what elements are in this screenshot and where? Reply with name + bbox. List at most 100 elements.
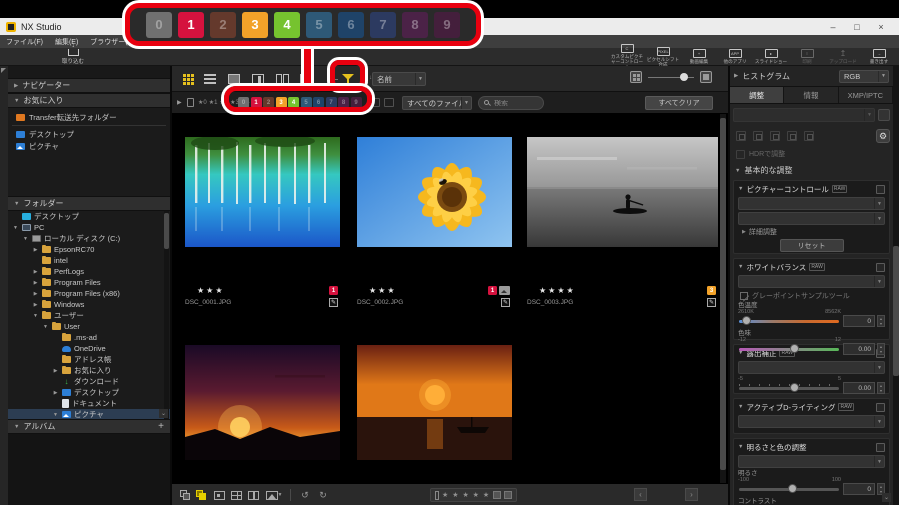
- hdr-checkbox[interactable]: [736, 150, 745, 159]
- thumbnail-image[interactable]: [527, 137, 718, 247]
- folder-tree-item[interactable]: ▼User: [8, 321, 170, 332]
- reset-button[interactable]: リセット: [780, 239, 844, 252]
- filmstrip-mode-button[interactable]: [194, 489, 208, 501]
- browser-scrollbar[interactable]: [720, 114, 726, 483]
- histogram-header[interactable]: ▶ ヒストグラム RGB ▼: [730, 66, 893, 86]
- folder-tree-item[interactable]: ▶EpsonRC70: [8, 244, 170, 255]
- file-format-filter-select[interactable]: すべてのファイル形式 ▼: [402, 96, 472, 110]
- apply-checkbox[interactable]: [876, 443, 885, 452]
- stepper-icon[interactable]: ▲▼: [877, 343, 885, 355]
- gray-point-tool[interactable]: グレーポイントサンプルツール: [738, 290, 885, 301]
- brightness-slider[interactable]: 0 ▲▼: [738, 483, 885, 497]
- panel-scrollbar[interactable]: [893, 66, 899, 505]
- exposure-slider[interactable]: 0.00 ▲▼: [738, 382, 885, 396]
- multi-thumbnail-mode-button[interactable]: [178, 489, 192, 501]
- exposure-select[interactable]: ▼: [738, 361, 885, 374]
- navigator-header[interactable]: ▶ ナビゲーター: [8, 78, 170, 93]
- clear-all-filters-button[interactable]: すべてクリア: [645, 96, 713, 110]
- tint-slider[interactable]: 0.00 ▲▼: [738, 343, 885, 357]
- temperature-slider[interactable]: 0 ▲▼: [738, 315, 885, 329]
- gear-icon[interactable]: ⚙: [876, 129, 890, 143]
- tree-scroll-down-icon[interactable]: ⌄: [159, 409, 168, 418]
- thumbnail-grid-view-button[interactable]: [180, 71, 196, 87]
- thumbnail-size-small-icon[interactable]: [630, 71, 642, 83]
- folder-tree-item[interactable]: ▼ローカル ディスク (C:): [8, 233, 170, 244]
- stepper-icon[interactable]: ▲▼: [877, 382, 885, 394]
- export-button[interactable]: → 書き出す: [861, 49, 897, 64]
- image-view-button[interactable]: [226, 71, 242, 87]
- tab-adjustments[interactable]: 調整: [730, 87, 784, 103]
- pixel-shift-merge-button[interactable]: PIXEL ピクセルシフト合成: [645, 47, 681, 68]
- folder-tree-item[interactable]: ▼ユーザー: [8, 310, 170, 321]
- rating-stars-control[interactable]: ★ ★ ★ ★ ★: [442, 491, 490, 499]
- close-button[interactable]: ×: [869, 22, 893, 32]
- section-header[interactable]: ▼ 明るさと色の調整: [738, 441, 885, 453]
- folder-tree-item[interactable]: デスクトップ: [8, 211, 170, 222]
- thumbnail-size-slider[interactable]: [648, 71, 694, 83]
- rating-stars[interactable]: ★★★★: [527, 286, 718, 295]
- histogram-channel-select[interactable]: RGB ▼: [839, 70, 889, 83]
- folder-tree-item[interactable]: .ms-ad: [8, 332, 170, 343]
- basic-adjustments-header[interactable]: ▼ 基本的な調整: [733, 164, 890, 177]
- sort-select[interactable]: 名前 ▼: [372, 72, 426, 86]
- thumbnail-image[interactable]: [185, 137, 340, 247]
- pin-icon[interactable]: [435, 491, 439, 500]
- thumbnail-image[interactable]: [357, 345, 512, 460]
- white-balance-select[interactable]: ▼: [738, 275, 885, 288]
- thumbnail-image[interactable]: [185, 345, 340, 460]
- apply-checkbox[interactable]: [876, 185, 885, 194]
- split-preview-button[interactable]: [246, 489, 260, 501]
- tree-scrollbar[interactable]: [164, 211, 169, 419]
- revert-icon[interactable]: [804, 131, 814, 141]
- import-button[interactable]: 取り込む: [52, 48, 94, 66]
- folder-tree-item[interactable]: アドレス帳: [8, 354, 170, 365]
- menu-file[interactable]: ファイル(F): [6, 37, 43, 47]
- star-filter-0[interactable]: ★0: [198, 99, 207, 106]
- picture-control-select[interactable]: ▼: [738, 197, 885, 210]
- rotate-left-button[interactable]: ↺: [298, 489, 312, 501]
- stepper-icon[interactable]: ▲▼: [877, 315, 885, 327]
- star-filter-1[interactable]: ★1: [209, 99, 218, 106]
- minimize-button[interactable]: –: [821, 22, 845, 32]
- thumbnail-image[interactable]: [357, 137, 512, 247]
- folder-tree-item[interactable]: ▶PerfLogs: [8, 266, 170, 277]
- paste-adjustments-icon[interactable]: [753, 131, 763, 141]
- folder-tree-item[interactable]: ▶デスクトップ: [8, 387, 170, 398]
- photo-display-mode-button[interactable]: ▼: [264, 489, 284, 501]
- next-image-button[interactable]: ›: [685, 488, 698, 501]
- grid-preview-button[interactable]: [229, 489, 243, 501]
- single-preview-button[interactable]: [212, 489, 226, 501]
- folder-tree-item[interactable]: ▼PC: [8, 222, 170, 233]
- apply-checkbox[interactable]: [876, 403, 885, 412]
- folders-header[interactable]: ▼ フォルダー: [8, 196, 170, 211]
- folder-tree-item[interactable]: ▶Program Files: [8, 277, 170, 288]
- picture-control-sub-select[interactable]: ▼: [738, 212, 885, 225]
- folder-tree-item-selected[interactable]: ▼ピクチャ: [8, 409, 170, 419]
- panel-scroll-down-icon[interactable]: ⌄: [882, 493, 891, 502]
- protect-filter-icon[interactable]: [187, 98, 194, 107]
- maximize-button[interactable]: □: [845, 22, 869, 32]
- detail-adjust-toggle[interactable]: ▶ 詳細調整: [738, 227, 885, 237]
- folder-tree-item[interactable]: ↓ダウンロード: [8, 376, 170, 387]
- filter-compare-icon[interactable]: [384, 98, 394, 107]
- label-toggle-icon[interactable]: [493, 491, 501, 499]
- folder-tree-item[interactable]: ▶Windows: [8, 299, 170, 310]
- favorites-header[interactable]: ▼ お気に入り: [8, 93, 170, 108]
- apply-checkbox[interactable]: [876, 263, 885, 272]
- copy-adjustments-icon[interactable]: [736, 131, 746, 141]
- brightness-color-select[interactable]: ▼: [738, 455, 885, 468]
- section-header[interactable]: ▼ ホワイトバランス RAW: [738, 261, 885, 273]
- folder-tree-item[interactable]: intel: [8, 255, 170, 266]
- rotate-right-button[interactable]: ↻: [316, 489, 330, 501]
- folder-tree-item[interactable]: ▶Program Files (x86): [8, 288, 170, 299]
- thumbnail-list-view-button[interactable]: [202, 71, 218, 87]
- image-with-filmstrip-button[interactable]: [250, 71, 266, 87]
- slideshow-button[interactable]: ▸ スライドショー: [753, 49, 789, 64]
- folder-tree-item[interactable]: OneDrive: [8, 343, 170, 354]
- previous-image-button[interactable]: ‹: [634, 488, 647, 501]
- add-album-button[interactable]: +: [158, 422, 164, 432]
- save-adjustments-icon[interactable]: [770, 131, 780, 141]
- section-header[interactable]: ▼ ピクチャーコントロール RAW: [738, 183, 885, 195]
- hide-palette-button[interactable]: [1, 68, 6, 73]
- tab-info[interactable]: 情報: [784, 87, 838, 103]
